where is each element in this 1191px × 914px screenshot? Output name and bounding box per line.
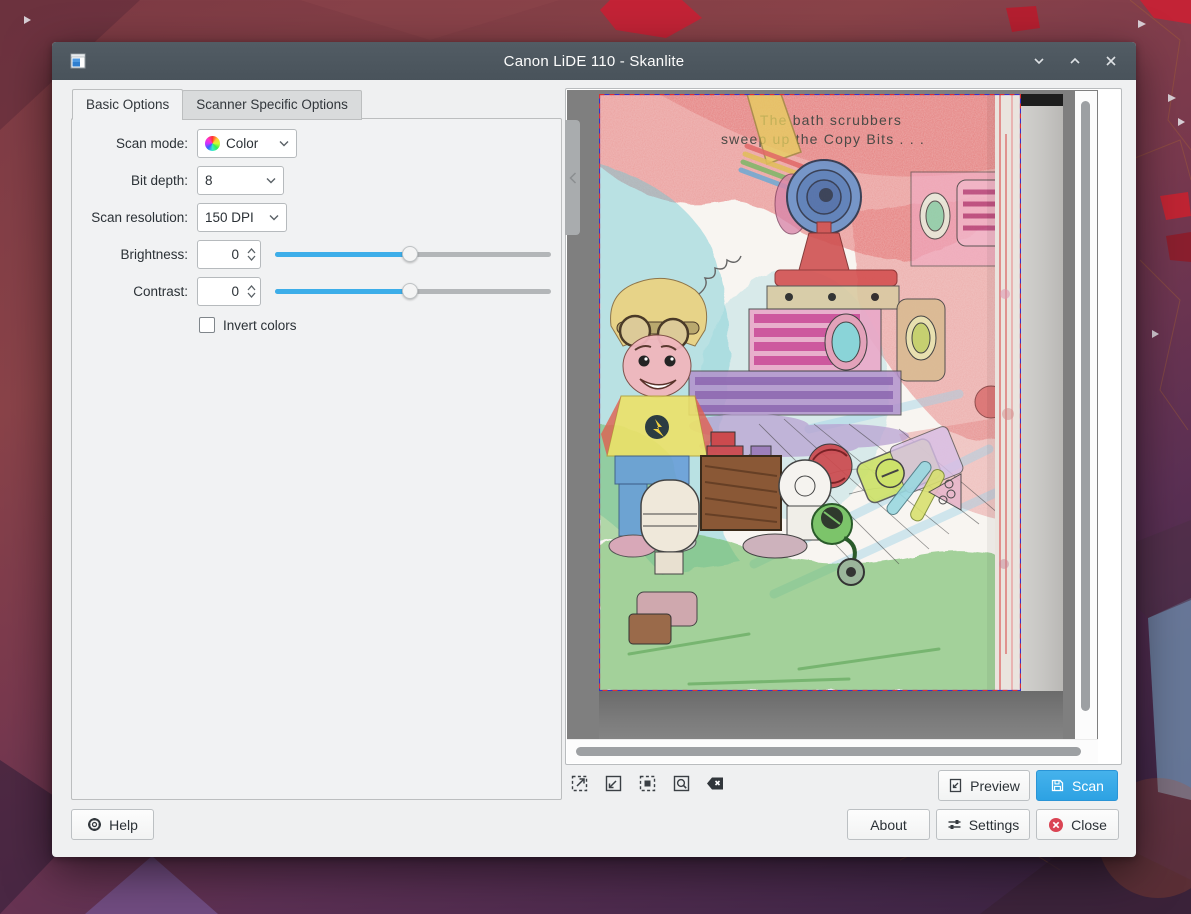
splitter-collapse-handle[interactable] [565, 120, 580, 235]
about-button[interactable]: About [847, 809, 930, 840]
scan-mode-select[interactable]: Color [197, 129, 297, 158]
minimize-button[interactable] [1028, 50, 1050, 72]
spin-up-icon[interactable] [247, 248, 256, 254]
close-x-icon [1104, 54, 1118, 68]
vertical-scrollbar-thumb[interactable] [1081, 101, 1090, 711]
scan-button-label: Scan [1072, 778, 1104, 794]
close-window-button[interactable] [1100, 50, 1122, 72]
zoom-out-icon [604, 774, 623, 793]
invert-colors-checkbox[interactable] [199, 317, 215, 333]
brightness-slider[interactable] [275, 240, 551, 269]
brightness-value: 0 [198, 247, 242, 262]
spin-down-icon[interactable] [247, 292, 256, 298]
zoom-to-selection-button[interactable] [636, 772, 659, 795]
about-button-label: About [870, 817, 907, 833]
zoom-to-fit-button[interactable] [670, 772, 693, 795]
desktop: { "window": { "title": "Canon LiDE 110 -… [0, 0, 1191, 914]
scan-resolution-select[interactable]: 150 DPI [197, 203, 287, 232]
help-button[interactable]: Help [71, 809, 154, 840]
contrast-slider-handle[interactable] [402, 283, 418, 299]
brightness-spinbox[interactable]: 0 [197, 240, 261, 269]
clear-selections-icon [705, 774, 726, 793]
contrast-spinbox[interactable]: 0 [197, 277, 261, 306]
preview-button[interactable]: Preview [938, 770, 1030, 801]
brightness-slider-fill [275, 252, 410, 257]
scan-caption-line2: sweep up the Copy Bits . . . [721, 131, 925, 147]
zoom-to-fit-icon [672, 774, 691, 793]
basic-options-panel: Scan mode: Color Bit depth: 8 Scan resol… [71, 118, 562, 800]
preview-zoom-toolbar [568, 772, 727, 795]
window-title: Canon LiDE 110 - Skanlite [52, 53, 1136, 70]
brightness-row: Brightness: 0 [72, 240, 551, 269]
close-button[interactable]: Close [1036, 809, 1119, 840]
scan-mode-value: Color [226, 136, 258, 151]
contrast-value: 0 [198, 284, 242, 299]
zoom-out-button[interactable] [602, 772, 625, 795]
options-tabbar: Basic Options Scanner Specific Options [72, 91, 362, 120]
skanlite-window: Canon LiDE 110 - Skanlite Basic Options … [52, 42, 1136, 857]
spin-down-icon[interactable] [247, 255, 256, 261]
settings-button-label: Settings [969, 817, 1020, 833]
chevron-down-icon [279, 140, 289, 147]
chevron-down-icon [269, 214, 279, 221]
horizontal-scrollbar-thumb[interactable] [576, 747, 1081, 756]
tab-basic-options[interactable]: Basic Options [72, 89, 183, 120]
bit-depth-row: Bit depth: 8 [72, 166, 284, 195]
vertical-scrollbar[interactable] [1075, 91, 1097, 741]
chevron-up-icon [1068, 54, 1082, 68]
scan-resolution-label: Scan resolution: [72, 210, 188, 225]
close-circle-icon [1048, 817, 1064, 833]
coloring-page-artwork: The bath scrubbers sweep up the Copy Bit… [599, 94, 1021, 691]
scan-mode-label: Scan mode: [72, 136, 188, 151]
scan-resolution-value: 150 DPI [205, 210, 254, 225]
color-wheel-icon [205, 136, 220, 151]
zoom-in-icon [570, 774, 589, 793]
contrast-slider-fill [275, 289, 410, 294]
chevron-left-icon [569, 172, 577, 184]
horizontal-scrollbar[interactable] [567, 739, 1098, 763]
chevron-down-icon [266, 177, 276, 184]
scan-button[interactable]: Scan [1036, 770, 1118, 801]
zoom-to-selection-icon [638, 774, 657, 793]
scan-page-edge [1021, 94, 1063, 691]
app-icon [70, 53, 86, 69]
maximize-button[interactable] [1064, 50, 1086, 72]
close-button-label: Close [1071, 817, 1107, 833]
chevron-down-icon [1032, 54, 1046, 68]
help-lifebuoy-icon [87, 817, 102, 832]
brightness-label: Brightness: [72, 247, 188, 262]
scan-background [599, 691, 1063, 741]
scan-resolution-row: Scan resolution: 150 DPI [72, 203, 287, 232]
save-floppy-icon [1050, 778, 1065, 793]
zoom-in-button[interactable] [568, 772, 591, 795]
preview-canvas[interactable]: The bath scrubbers sweep up the Copy Bit… [567, 90, 1098, 741]
preview-icon [948, 778, 963, 793]
bit-depth-value: 8 [205, 173, 213, 188]
help-button-label: Help [109, 817, 138, 833]
contrast-slider[interactable] [275, 277, 551, 306]
tab-scanner-specific-options[interactable]: Scanner Specific Options [182, 90, 362, 120]
titlebar[interactable]: Canon LiDE 110 - Skanlite [52, 42, 1136, 80]
brightness-slider-handle[interactable] [402, 246, 418, 262]
preview-button-label: Preview [970, 778, 1020, 794]
bit-depth-label: Bit depth: [72, 173, 188, 188]
invert-colors-label: Invert colors [223, 318, 297, 333]
contrast-label: Contrast: [72, 284, 188, 299]
spin-up-icon[interactable] [247, 285, 256, 291]
settings-button[interactable]: Settings [936, 809, 1030, 840]
settings-sliders-icon [947, 817, 962, 832]
scanned-preview-image: The bath scrubbers sweep up the Copy Bit… [599, 94, 1063, 741]
preview-frame: The bath scrubbers sweep up the Copy Bit… [565, 88, 1122, 765]
invert-colors-row: Invert colors [199, 317, 297, 333]
contrast-row: Contrast: 0 [72, 277, 551, 306]
scan-mode-row: Scan mode: Color [72, 129, 297, 158]
clear-selections-button[interactable] [704, 772, 727, 795]
bit-depth-select[interactable]: 8 [197, 166, 284, 195]
